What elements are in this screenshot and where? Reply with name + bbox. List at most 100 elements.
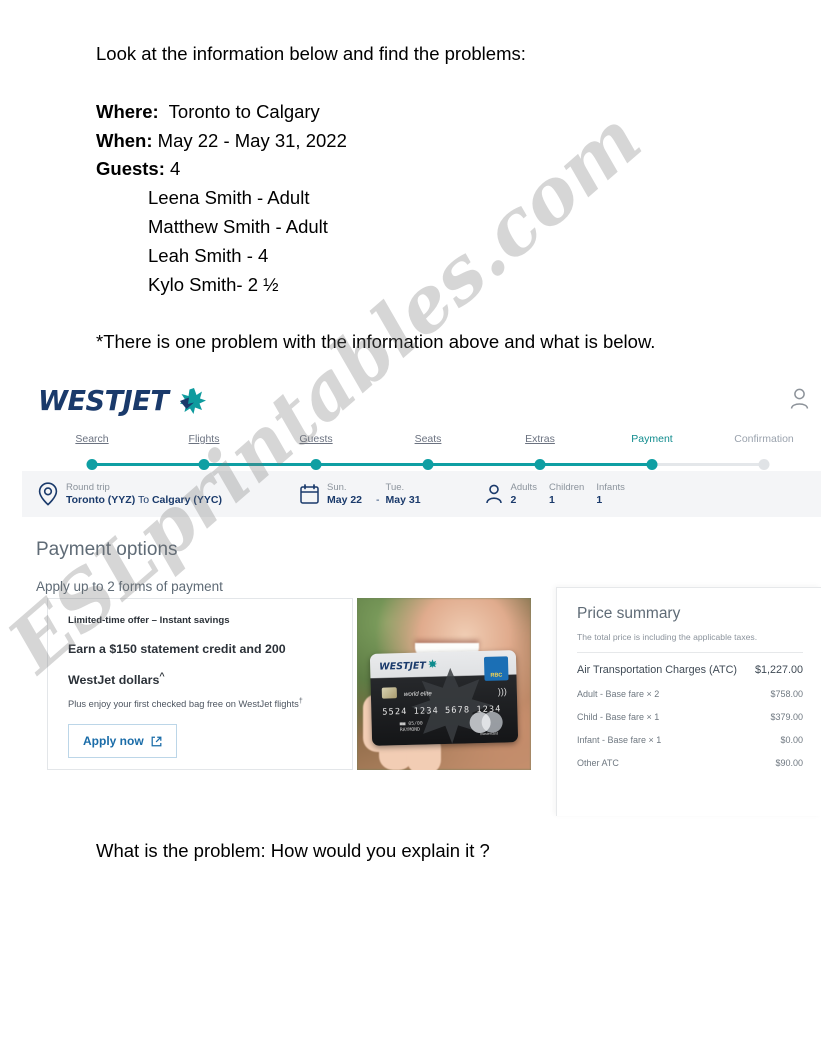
step-search[interactable]: Search (75, 433, 108, 445)
trip-dates-group[interactable]: Sun. May 22 - Tue. May 31 (300, 482, 421, 507)
worksheet-guests-row: Guests: 4 (96, 155, 796, 184)
pax-adults-count: 2 (510, 493, 517, 506)
price-row: Other ATC $90.00 (577, 758, 803, 768)
offer-headline-line2: WestJet dollars (68, 673, 160, 688)
step-dot-flights[interactable] (198, 459, 210, 470)
westjet-booking-screenshot: WESTJET Search Flights Guests Seats Extr… (22, 371, 821, 824)
step-seats[interactable]: Seats (415, 433, 442, 445)
trip-route: Toronto (YYZ) To Calgary (YYC) (66, 494, 222, 507)
worksheet-where-row: Where: Toronto to Calgary (96, 98, 796, 127)
pax-children-count: 1 (548, 493, 555, 506)
price-summary-panel: Price summary The total price is includi… (556, 587, 821, 816)
step-flights[interactable]: Flights (189, 433, 220, 445)
step-dot-seats[interactable] (422, 459, 434, 470)
return-date: May 31 (385, 493, 421, 506)
price-row: Adult - Base fare × 2 $758.00 (577, 689, 803, 699)
worksheet-prose: Look at the information below and find t… (96, 40, 796, 357)
price-row: Infant - Base fare × 1 $0.00 (577, 735, 803, 745)
offer-fine-print-sup: † (298, 698, 303, 705)
worksheet-when-row: When: May 22 - May 31, 2022 (96, 127, 796, 156)
stepper-labels: Search Flights Guests Seats Extras Payme… (22, 433, 821, 453)
card-expiry: ■■ 05/00 RAYMOND (400, 722, 423, 735)
offer-fine-print-text: Plus enjoy your first checked bag free o… (68, 699, 299, 710)
where-label: Where: (96, 100, 159, 122)
trip-route-group[interactable]: Round trip Toronto (YYZ) To Calgary (YYC… (38, 482, 222, 507)
price-row-value: $1,227.00 (754, 664, 803, 676)
payment-options-panel: Payment options Apply up to 2 forms of p… (22, 517, 821, 816)
maple-leaf-icon (180, 387, 207, 414)
step-dot-guests[interactable] (310, 459, 322, 470)
return-date-cell: Tue. May 31 (386, 482, 421, 507)
pax-adults: Adults 2 (511, 482, 537, 507)
offer-fine-print: Plus enjoy your first checked bag free o… (68, 698, 343, 709)
depart-day: Sun. (326, 481, 347, 493)
offer-headline-sup: ^ (159, 671, 165, 681)
price-row-value: $758.00 (770, 689, 803, 699)
pax-children: Children 1 (549, 482, 584, 507)
price-row-label: Other ATC (577, 758, 619, 768)
westjet-wordmark: WESTJET (38, 384, 169, 417)
location-pin-icon (38, 482, 58, 506)
price-row-value: $379.00 (770, 712, 803, 722)
step-extras[interactable]: Extras (525, 433, 555, 445)
price-row-value: $0.00 (780, 735, 803, 745)
depart-date-cell: Sun. May 22 (327, 482, 362, 507)
return-day: Tue. (385, 481, 405, 493)
worksheet-note: *There is one problem with the informati… (96, 331, 656, 353)
trip-passengers-group[interactable]: Adults 2 Children 1 Infants 1 (485, 482, 625, 507)
price-row-value: $90.00 (775, 758, 803, 768)
payment-subtitle: Apply up to 2 forms of payment (36, 579, 223, 594)
person-icon (485, 484, 502, 504)
guest-list-item: Kylo Smith- 2 ½ (148, 273, 279, 295)
mastercard-logo: mastercard (469, 711, 508, 736)
trip-summary-bar: Round trip Toronto (YYZ) To Calgary (YYC… (22, 471, 821, 517)
hand-holding-card-photo: WESTJET world elite ))) 5524 1234 5678 1… (357, 598, 531, 770)
worksheet-question: What is the problem: How would you expla… (96, 840, 490, 861)
apply-now-button[interactable]: Apply now (68, 724, 177, 758)
account-person-icon[interactable] (790, 388, 809, 409)
step-guests[interactable]: Guests (299, 433, 332, 445)
stepper-progress-line (92, 463, 652, 466)
step-dot-payment[interactable] (646, 459, 658, 470)
pax-infants: Infants 1 (596, 482, 625, 507)
booking-stepper: Search Flights Guests Seats Extras Payme… (22, 433, 821, 471)
step-dot-search[interactable] (86, 459, 98, 470)
external-link-icon (151, 736, 162, 746)
date-separator-cell: - (376, 482, 380, 507)
contactless-icon: ))) (497, 686, 507, 697)
trip-type: Round trip (66, 481, 110, 493)
step-dot-extras[interactable] (534, 459, 546, 470)
where-value: Toronto to Calgary (158, 100, 320, 122)
when-label: When: (96, 129, 153, 151)
price-summary-divider (577, 652, 803, 653)
depart-date: May 22 (326, 493, 363, 506)
card-tier-label: world elite (403, 690, 432, 699)
price-row-label: Child - Base fare × 1 (577, 712, 660, 722)
step-payment[interactable]: Payment (631, 433, 672, 445)
price-summary-rows: Air Transportation Charges (ATC) $1,227.… (577, 664, 803, 781)
offer-headline-line1: Earn a $150 statement credit and 200 (68, 642, 286, 656)
trip-destination: Calgary (YYC) (151, 493, 222, 506)
pax-infants-count: 1 (596, 493, 603, 506)
westjet-logo[interactable]: WESTJET (36, 384, 207, 417)
price-row-label: Adult - Base fare × 2 (577, 689, 660, 699)
calendar-icon (300, 484, 319, 504)
offer-kicker: Limited-time offer – Instant savings (68, 615, 230, 626)
pax-children-label: Children (548, 481, 585, 493)
pax-infants-label: Infants (596, 481, 625, 493)
price-summary-title: Price summary (577, 605, 681, 622)
stepper-remaining-line (652, 463, 764, 466)
guest-list-item: Matthew Smith - Adult (148, 215, 328, 237)
card-westjet-wordmark: WESTJET (379, 660, 427, 673)
when-value: May 22 - May 31, 2022 (152, 129, 347, 151)
westjet-rbc-mastercard: WESTJET world elite ))) 5524 1234 5678 1… (369, 650, 519, 746)
guests-value: 4 (164, 158, 181, 180)
worksheet-intro: Look at the information below and find t… (96, 43, 526, 64)
card-expiry-line2: RAYMOND (399, 727, 421, 734)
mastercard-circle-right (481, 711, 503, 734)
trip-connector: To (135, 493, 152, 506)
step-dot-confirmation (758, 459, 770, 470)
apply-now-label: Apply now (83, 734, 144, 748)
rbc-logo (483, 656, 509, 681)
price-row: Child - Base fare × 1 $379.00 (577, 712, 803, 722)
